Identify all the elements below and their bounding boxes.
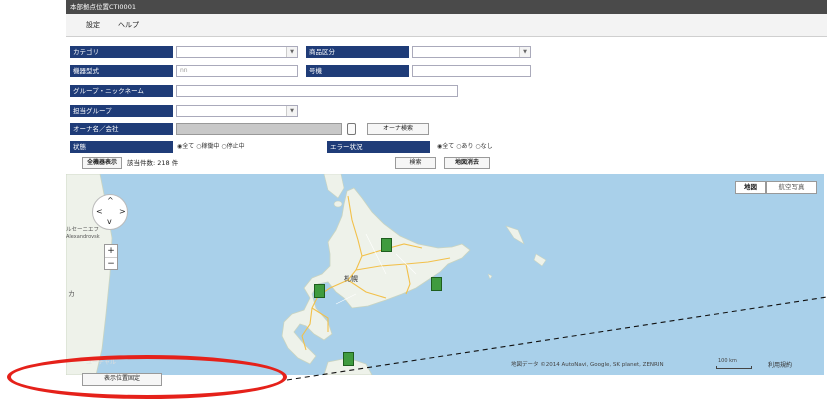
annotation-dashed-line <box>286 296 827 381</box>
